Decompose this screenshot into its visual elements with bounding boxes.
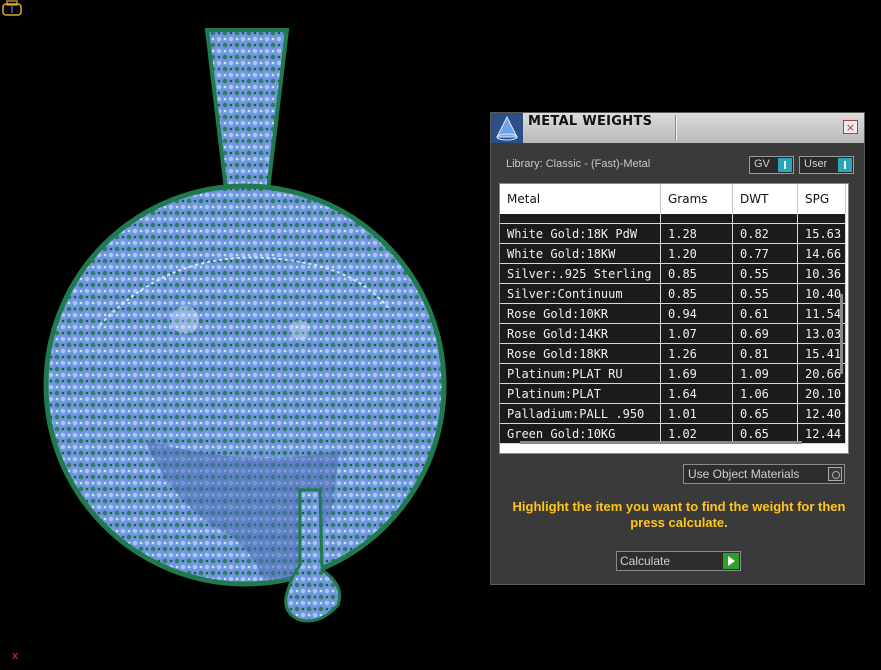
library-label: Library: Classic - (Fast)-Metal <box>506 158 651 170</box>
cone-logo-icon <box>491 113 523 143</box>
cell-spg: 10.36 <box>797 263 846 284</box>
cell-spg: 20.10 <box>797 383 846 404</box>
table-row[interactable]: Platinum:PLAT RU 1.69 1.09 20.66 <box>500 363 846 384</box>
cell-dwt: 0.69 <box>732 323 798 344</box>
cell-spg: 12.40 <box>797 403 846 424</box>
cell-spg: 10.40 <box>797 283 846 304</box>
title-divider <box>675 115 677 141</box>
cell-dwt: 0.82 <box>732 223 798 244</box>
calculate-label: Calculate <box>620 554 671 568</box>
cell-grams: 1.28 <box>660 223 733 244</box>
cell-grams: 1.20 <box>660 243 733 264</box>
instruction-text: Highlight the item you want to find the … <box>512 499 846 530</box>
table-row[interactable]: Rose Gold:18KR 1.26 0.81 15.41 <box>500 343 846 364</box>
table-row[interactable]: Rose Gold:14KR 1.07 0.69 13.03 <box>500 323 846 344</box>
use-object-materials-checkbox[interactable]: Use Object Materials <box>683 464 845 484</box>
table-row[interactable]: Palladium:PALL .950 1.01 0.65 12.40 <box>500 403 846 424</box>
cell-grams: 1.64 <box>660 383 733 404</box>
cell-grams: 1.07 <box>660 323 733 344</box>
cell-spg: 20.66 <box>797 363 846 384</box>
table-row[interactable]: Rose Gold:10KR 0.94 0.61 11.54 <box>500 303 846 324</box>
cell-dwt: 0.55 <box>732 263 798 284</box>
cell-spg: 14.66 <box>797 243 846 264</box>
table-row[interactable]: Silver:.925 Sterling 0.85 0.55 10.36 <box>500 263 846 284</box>
cell-grams: 0.85 <box>660 283 733 304</box>
cell-grams: 0.94 <box>660 303 733 324</box>
cell-grams: 0.85 <box>660 263 733 284</box>
cell-spg: 12.44 <box>797 423 846 444</box>
cell-metal: Silver:.925 Sterling <box>500 263 661 284</box>
cell-spg: 13.03 <box>797 323 846 344</box>
cell-spg: 11.54 <box>797 303 846 324</box>
table-header-row: Metal Grams DWT SPG <box>500 184 846 214</box>
cell-grams: 1.69 <box>660 363 733 384</box>
cell-dwt: 0.61 <box>732 303 798 324</box>
col-header-metal[interactable]: Metal <box>500 184 661 214</box>
table-row[interactable]: Platinum:PLAT 1.64 1.06 20.10 <box>500 383 846 404</box>
col-header-dwt[interactable]: DWT <box>732 184 798 214</box>
panel-title: METAL WEIGHTS <box>528 114 653 129</box>
cell-spg: 15.63 <box>797 223 846 244</box>
panel-titlebar[interactable]: METAL WEIGHTS × <box>491 113 864 143</box>
gv-toggle[interactable]: GV <box>749 156 794 174</box>
play-arrow-icon[interactable] <box>723 553 739 569</box>
metal-table[interactable]: Metal Grams DWT SPG White Gold:18K PdW 1.… <box>499 183 849 454</box>
checkbox-icon[interactable] <box>828 467 842 481</box>
user-toggle-label: User <box>804 158 828 170</box>
cell-metal: Silver:Continuum <box>500 283 661 304</box>
cell-dwt: 1.09 <box>732 363 798 384</box>
cell-dwt: 0.77 <box>732 243 798 264</box>
cell-metal: Platinum:PLAT RU <box>500 363 661 384</box>
calculate-button[interactable]: Calculate <box>616 551 741 571</box>
gv-toggle-label: GV <box>754 158 770 170</box>
table-row[interactable]: White Gold:18KW 1.20 0.77 14.66 <box>500 243 846 264</box>
use-object-materials-label: Use Object Materials <box>688 467 800 481</box>
col-header-spg[interactable]: SPG <box>797 184 846 214</box>
axis-x-label: x <box>12 649 19 662</box>
table-row[interactable]: Silver:Continuum 0.85 0.55 10.40 <box>500 283 846 304</box>
toggle-switch-icon <box>838 158 852 172</box>
toggle-switch-icon <box>778 158 792 172</box>
cell-spg: 15.41 <box>797 343 846 364</box>
close-icon[interactable]: × <box>843 120 858 134</box>
cell-dwt: 0.65 <box>732 403 798 424</box>
cell-metal: Rose Gold:14KR <box>500 323 661 344</box>
cell-metal: Rose Gold:10KR <box>500 303 661 324</box>
metal-weights-panel: METAL WEIGHTS × Library: Classic - (Fast… <box>490 112 865 585</box>
camera-view-icon[interactable] <box>0 0 24 18</box>
cell-grams: 1.26 <box>660 343 733 364</box>
cell-metal: Rose Gold:18KR <box>500 343 661 364</box>
vertical-scrollbar[interactable] <box>840 294 843 374</box>
col-header-grams[interactable]: Grams <box>660 184 733 214</box>
cell-dwt: 0.81 <box>732 343 798 364</box>
user-toggle[interactable]: User <box>799 156 854 174</box>
horizontal-scrollbar[interactable] <box>520 441 802 444</box>
table-row-partial <box>500 214 846 224</box>
cell-metal: Palladium:PALL .950 <box>500 403 661 424</box>
cell-metal: White Gold:18KW <box>500 243 661 264</box>
cell-metal: Platinum:PLAT <box>500 383 661 404</box>
table-row[interactable]: White Gold:18K PdW 1.28 0.82 15.63 <box>500 223 846 244</box>
cell-dwt: 0.55 <box>732 283 798 304</box>
cell-dwt: 1.06 <box>732 383 798 404</box>
cell-grams: 1.01 <box>660 403 733 424</box>
cell-metal: White Gold:18K PdW <box>500 223 661 244</box>
